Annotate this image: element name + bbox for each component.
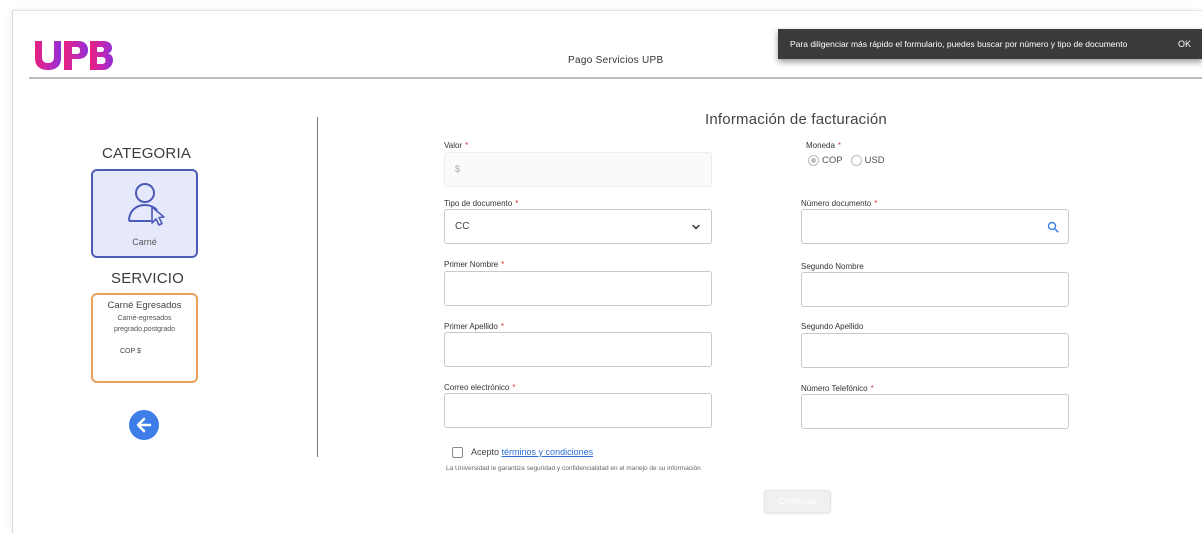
primer-nombre-input[interactable] (444, 271, 712, 306)
service-heading: SERVICIO (111, 270, 185, 287)
toast-ok-button[interactable]: OK (1178, 39, 1191, 49)
valor-placeholder: $ (455, 164, 461, 174)
radio-cop[interactable]: COP (808, 155, 843, 166)
page-frame: Pago Servicios UPB Para diligenciar más … (12, 10, 1202, 533)
service-card-carne-egresados[interactable]: Carné Egresados Carné-egresados pregrado… (91, 293, 198, 383)
service-card-title: Carné Egresados (107, 300, 182, 311)
category-card-carne[interactable]: Carné (91, 169, 198, 258)
toast-message: Para diligenciar más rápido el formulari… (790, 39, 1128, 49)
moneda-label: Moneda * (806, 141, 842, 150)
header-divider (29, 77, 1202, 79)
tipo-documento-select[interactable]: CC (444, 209, 712, 244)
primer-nombre-label: Primer Nombre * (444, 260, 505, 269)
moneda-radio-group: COP USD (808, 155, 893, 166)
required-mark: * (837, 141, 842, 150)
required-mark: * (512, 383, 516, 392)
valor-field[interactable]: $ (444, 152, 712, 187)
required-mark: * (465, 141, 469, 150)
upb-logo (35, 41, 113, 70)
numero-documento-input[interactable] (801, 209, 1069, 244)
terms-checkbox[interactable] (452, 447, 463, 458)
required-mark: * (515, 199, 519, 208)
segundo-apellido-input[interactable] (801, 333, 1069, 368)
form-title: Información de facturación (705, 111, 887, 128)
category-card-label: Carné (132, 237, 157, 247)
segundo-apellido-label: Segundo Apellido (801, 322, 864, 331)
tipo-documento-value: CC (455, 221, 470, 232)
terms-link[interactable]: términos y condiciones (502, 447, 594, 457)
service-card-price: COP $ (120, 348, 141, 355)
telefono-label: Número Telefónico * (801, 384, 874, 393)
page-title: Pago Servicios UPB (568, 55, 664, 66)
service-card-description: Carné-egresados pregrado,postgrado (113, 315, 176, 333)
arrow-left-icon (136, 417, 152, 433)
user-pointer-icon (128, 183, 165, 226)
tipo-documento-label: Tipo de documento * (444, 199, 519, 208)
radio-cop-circle[interactable] (808, 155, 819, 166)
telefono-input[interactable] (801, 394, 1069, 429)
required-mark: * (870, 384, 874, 393)
back-button[interactable] (129, 410, 159, 440)
segundo-nombre-label: Segundo Nombre (801, 262, 864, 271)
continue-button[interactable]: Continuar (764, 490, 831, 513)
radio-usd[interactable]: USD (850, 155, 885, 166)
privacy-note: La Universidad le garantiza seguridad y … (446, 465, 701, 472)
required-mark: * (500, 322, 504, 331)
correo-input[interactable] (444, 393, 712, 428)
radio-usd-circle[interactable] (850, 155, 862, 166)
segundo-nombre-input[interactable] (801, 272, 1069, 307)
search-icon[interactable] (1047, 221, 1059, 233)
primer-apellido-label: Primer Apellido * (444, 322, 504, 331)
chevron-down-icon (692, 224, 700, 230)
correo-label: Correo electrónico * (444, 383, 516, 392)
info-toast: Para diligenciar más rápido el formulari… (778, 29, 1202, 59)
numero-documento-label: Número documento * (801, 199, 878, 208)
category-heading: CATEGORIA (102, 145, 192, 162)
valor-label: Valor * (444, 141, 469, 150)
required-mark: * (874, 199, 878, 208)
panel-divider (317, 117, 318, 457)
terms-label: Acepto términos y condiciones (471, 447, 594, 457)
required-mark: * (501, 260, 505, 269)
primer-apellido-input[interactable] (444, 332, 712, 367)
